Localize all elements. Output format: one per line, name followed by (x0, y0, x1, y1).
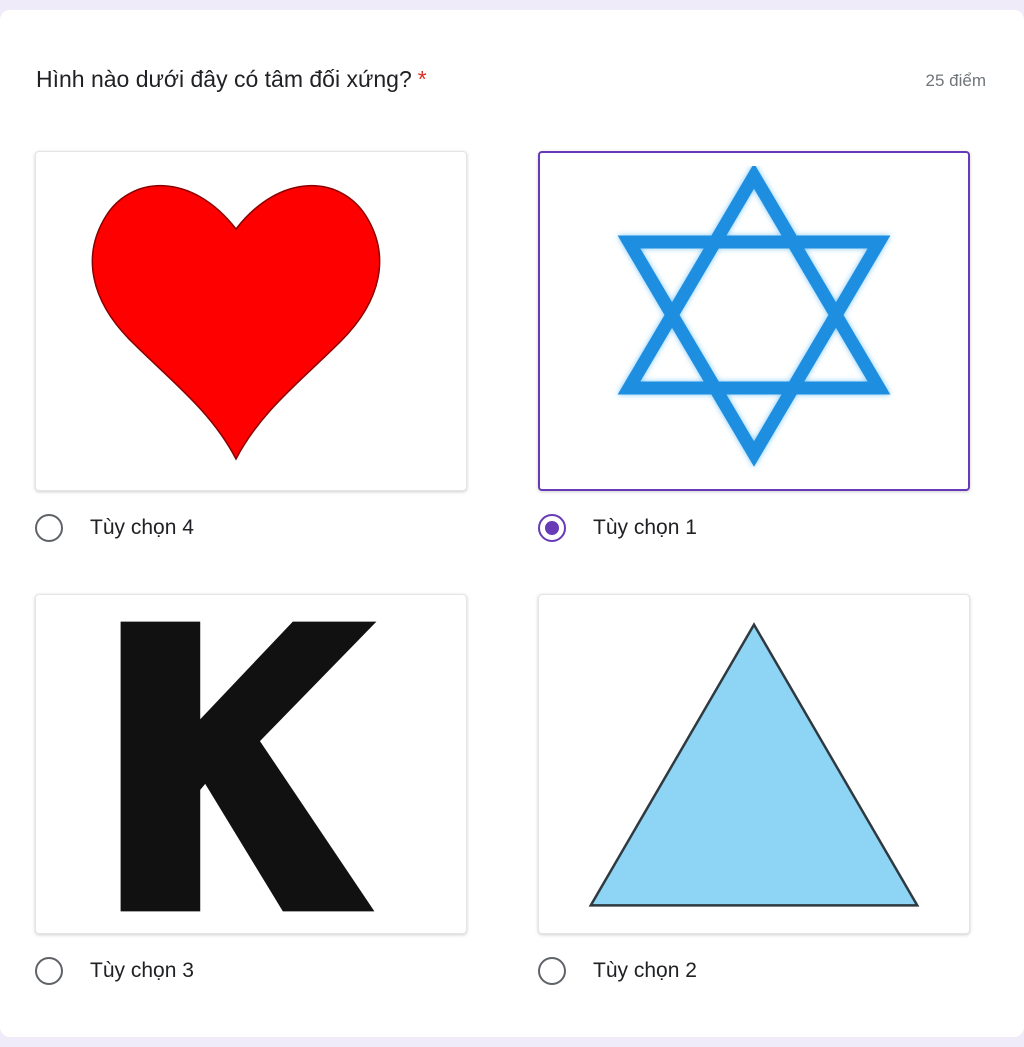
radio-button[interactable] (35, 957, 63, 985)
choice-row[interactable]: Tùy chọn 1 (538, 511, 697, 545)
option-triangle[interactable]: Tùy chọn 2 (538, 594, 972, 985)
question-text: Hình nào dưới đây có tâm đối xứng? (36, 66, 412, 92)
triangle-image (588, 622, 920, 907)
heart-image (91, 185, 381, 461)
points-label: 25 điểm (925, 71, 986, 90)
option-letter-k[interactable]: Tùy chọn 3 (35, 594, 469, 985)
question-title: Hình nào dưới đây có tâm đối xứng? * (36, 66, 427, 93)
letter-k-image (120, 621, 377, 912)
radio-dot (545, 521, 559, 535)
choice-label: Tùy chọn 2 (593, 959, 697, 982)
radio-button-selected[interactable] (538, 514, 566, 542)
choice-row[interactable]: Tùy chọn 3 (35, 954, 194, 988)
required-asterisk: * (417, 66, 427, 92)
option-image-box[interactable] (538, 151, 970, 491)
choice-label: Tùy chọn 3 (90, 959, 194, 982)
option-image-box[interactable] (35, 594, 467, 934)
choice-row[interactable]: Tùy chọn 2 (538, 954, 697, 988)
radio-button[interactable] (538, 957, 566, 985)
star-of-david-image (617, 166, 891, 467)
option-image-box[interactable] (538, 594, 970, 934)
choice-label: Tùy chọn 1 (593, 516, 697, 539)
option-heart[interactable]: Tùy chọn 4 (35, 151, 469, 542)
option-image-box[interactable] (35, 151, 467, 491)
radio-button[interactable] (35, 514, 63, 542)
choice-row[interactable]: Tùy chọn 4 (35, 511, 194, 545)
question-card: Hình nào dưới đây có tâm đối xứng? * 25 đ… (0, 10, 1024, 1037)
option-star[interactable]: Tùy chọn 1 (538, 151, 972, 542)
choice-label: Tùy chọn 4 (90, 516, 194, 539)
